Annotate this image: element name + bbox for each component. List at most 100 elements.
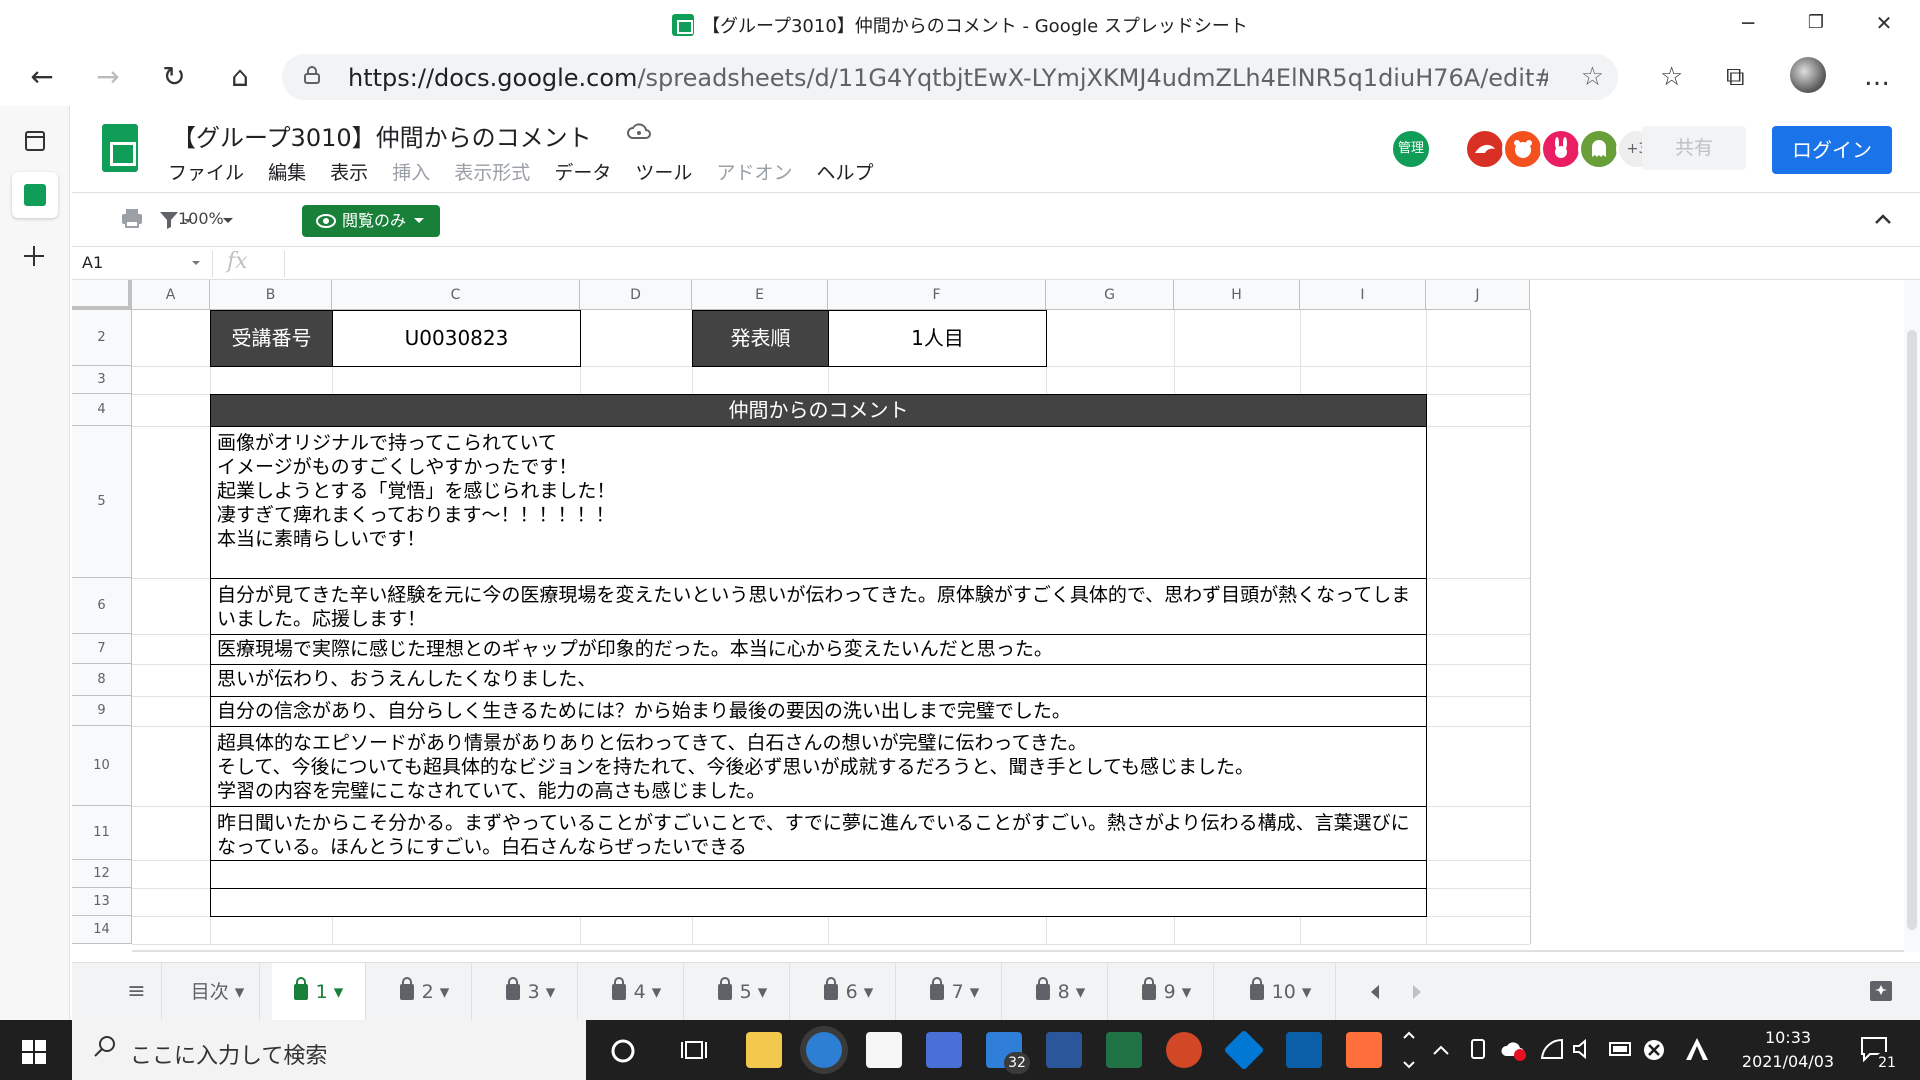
cortana-icon[interactable]	[610, 1038, 636, 1064]
control-panel-icon[interactable]	[926, 1032, 962, 1068]
tray-volume-icon[interactable]	[1572, 1038, 1596, 1060]
tray-wifi-icon[interactable]	[1540, 1038, 1564, 1060]
tray-adobe-icon[interactable]	[1684, 1036, 1710, 1062]
restore-button[interactable]: ❐	[1796, 8, 1836, 38]
menu-format[interactable]: 表示形式	[454, 162, 530, 184]
sheet-tab-toc[interactable]: 目次 ▾	[176, 963, 260, 1021]
edge-browser-icon[interactable]	[806, 1032, 842, 1068]
all-sheets-button[interactable]: ≡	[112, 963, 162, 1021]
sheet-tab-7[interactable]: 7 ▾	[908, 963, 1002, 1021]
home-button[interactable]: ⌂	[220, 60, 260, 94]
row-header-13[interactable]: 13	[72, 888, 132, 916]
microsoft-store-icon[interactable]	[866, 1032, 902, 1068]
sheet-tab-10[interactable]: 10 ▾	[1226, 963, 1336, 1021]
name-box[interactable]: A1	[82, 253, 202, 272]
comment-cell-1[interactable]: 画像がオリジナルで持ってこられていて イメージがものすごくしやすかったです！ 起…	[210, 426, 1427, 579]
explore-icon[interactable]	[1868, 979, 1894, 1005]
vertical-scrollbar[interactable]	[1904, 280, 1920, 952]
sheets-tab-button[interactable]	[12, 172, 58, 218]
collaborator-avatar-1[interactable]	[1464, 128, 1506, 170]
comment-cell-4[interactable]: 思いが伝わり、おうえんしたくなりました、	[210, 664, 1427, 697]
app-diamond-icon[interactable]	[1223, 1029, 1265, 1071]
row-header-5[interactable]: 5	[72, 426, 132, 578]
collaborator-avatar-3[interactable]	[1540, 128, 1582, 170]
sheet-tab-3[interactable]: 3 ▾	[484, 963, 578, 1021]
app-firefox-icon[interactable]	[1346, 1032, 1382, 1068]
word-icon[interactable]	[1046, 1032, 1082, 1068]
windows-start-icon[interactable]	[22, 1040, 46, 1064]
menu-addons[interactable]: アドオン	[716, 162, 792, 184]
tray-chevron-icon[interactable]	[1432, 1044, 1450, 1056]
file-explorer-icon[interactable]	[746, 1032, 782, 1068]
sheet-tab-1[interactable]: 1 ▾	[272, 963, 366, 1021]
forward-button[interactable]: →	[88, 60, 128, 94]
sheet-tab-5[interactable]: 5 ▾	[696, 963, 790, 1021]
row-header-11[interactable]: 11	[72, 806, 132, 860]
comment-cell-empty-1[interactable]	[210, 860, 1427, 889]
zoom-select[interactable]: 100%	[178, 209, 224, 228]
cloud-saved-icon[interactable]	[627, 122, 651, 142]
tab-actions-icon[interactable]	[24, 130, 46, 152]
powerpoint-icon[interactable]	[1166, 1032, 1202, 1068]
scroll-tabs-right-icon[interactable]	[1412, 985, 1422, 999]
menu-help[interactable]: ヘルプ	[817, 162, 874, 184]
column-header-f[interactable]: F	[828, 280, 1046, 310]
url-text[interactable]: https://docs.google.com/spreadsheets/d/1…	[348, 64, 1548, 92]
menu-data[interactable]: データ	[554, 162, 611, 184]
add-tab-icon[interactable]	[22, 244, 46, 268]
login-button[interactable]: ログイン	[1772, 126, 1892, 174]
lock-icon[interactable]	[304, 66, 320, 84]
comments-header-cell[interactable]: 仲間からのコメント	[210, 394, 1427, 427]
sheet-tab-9[interactable]: 9 ▾	[1120, 963, 1214, 1021]
collapse-menu-icon[interactable]	[1874, 213, 1892, 225]
collaborator-avatar-2[interactable]	[1502, 128, 1544, 170]
reload-button[interactable]: ↻	[154, 60, 194, 94]
column-header-b[interactable]: B	[210, 280, 332, 310]
taskbar-search-box[interactable]: ここに入力して検索	[72, 1020, 586, 1080]
sheets-logo-icon[interactable]	[102, 124, 138, 172]
order-value-cell[interactable]: 1人目	[828, 310, 1047, 367]
tray-onedrive-icon[interactable]	[1500, 1038, 1528, 1062]
minimize-button[interactable]: ─	[1728, 8, 1768, 38]
admin-avatar[interactable]: 管理	[1390, 128, 1432, 170]
menu-file[interactable]: ファイル	[168, 162, 244, 184]
column-header-i[interactable]: I	[1300, 280, 1426, 310]
menu-tools[interactable]: ツール	[635, 162, 692, 184]
excel-icon[interactable]	[1106, 1032, 1142, 1068]
name-box-dropdown-icon[interactable]	[192, 261, 200, 267]
tray-battery-icon[interactable]	[1608, 1040, 1634, 1058]
menu-edit[interactable]: 編集	[268, 162, 306, 184]
comment-cell-6[interactable]: 超具体的なエピソードがあり情景がありありと伝わってきて、白石さんの想いが完璧に伝…	[210, 726, 1427, 807]
student-id-label-cell[interactable]: 受講番号	[210, 310, 333, 367]
favorites-icon[interactable]: ☆	[1660, 62, 1683, 92]
tray-close-circle-icon[interactable]	[1642, 1038, 1666, 1062]
tray-device-icon[interactable]	[1468, 1038, 1488, 1062]
collaborator-avatar-4[interactable]	[1578, 128, 1620, 170]
row-header-12[interactable]: 12	[72, 860, 132, 888]
zoom-dropdown-icon[interactable]	[222, 217, 234, 225]
app-pen-icon[interactable]	[1286, 1032, 1322, 1068]
task-view-icon[interactable]	[680, 1038, 708, 1062]
column-header-g[interactable]: G	[1046, 280, 1174, 310]
view-only-button[interactable]: 閲覧のみ	[302, 205, 440, 237]
add-favorite-icon[interactable]: ☆	[1581, 62, 1604, 92]
row-header-4[interactable]: 4	[72, 394, 132, 426]
row-header-9[interactable]: 9	[72, 696, 132, 726]
select-all-corner[interactable]	[72, 280, 132, 310]
taskbar-scroll-icon[interactable]	[1402, 1028, 1416, 1072]
url-bar[interactable]: https://docs.google.com/spreadsheets/d/1…	[282, 54, 1618, 100]
comment-cell-3[interactable]: 医療現場で実際に感じた理想とのギャップが印象的だった。本当に心から変えたいんだと…	[210, 634, 1427, 665]
sheet-tab-2[interactable]: 2 ▾	[378, 963, 472, 1021]
menu-view[interactable]: 表示	[330, 162, 368, 184]
menu-insert[interactable]: 挿入	[392, 162, 430, 184]
comment-cell-2[interactable]: 自分が見てきた辛い経験を元に今の医療現場を変えたいという思いが伝わってきた。原体…	[210, 578, 1427, 635]
scroll-tabs-left-icon[interactable]	[1370, 985, 1380, 999]
row-header-8[interactable]: 8	[72, 664, 132, 696]
sheet-tab-4[interactable]: 4 ▾	[590, 963, 684, 1021]
column-header-c[interactable]: C	[332, 280, 580, 310]
share-button[interactable]: 共有	[1642, 126, 1746, 170]
row-header-10[interactable]: 10	[72, 726, 132, 806]
collections-icon[interactable]: ⧉	[1726, 62, 1745, 93]
column-header-a[interactable]: A	[132, 280, 210, 310]
taskbar-clock[interactable]: 10:33 2021/04/03	[1728, 1026, 1848, 1074]
